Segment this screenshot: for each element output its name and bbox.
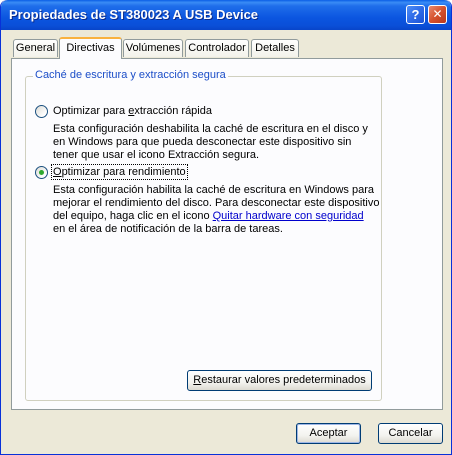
cancel-button[interactable]: Cancelar	[378, 423, 443, 444]
label-text: xtracción rápida	[134, 105, 212, 117]
description-line: mejorar el rendimiento del disco. Para d…	[53, 197, 380, 209]
description-text: del equipo, haga clic en el icono	[53, 210, 213, 222]
tab-detalles[interactable]: Detalles	[251, 39, 299, 57]
tab-label: Directivas	[66, 42, 115, 54]
help-icon[interactable]: ?	[406, 5, 425, 24]
radio-label-performance[interactable]: Optimizar para rendimiento	[51, 164, 188, 180]
description-line: del equipo, haga clic en el icono Quitar…	[53, 210, 380, 223]
restore-defaults-button[interactable]: Restaurar valores predeterminados	[187, 370, 372, 391]
tab-controlador[interactable]: Controlador	[185, 39, 249, 57]
tab-panel-directivas: Caché de escritura y extracción segura O…	[11, 58, 443, 410]
description-line: en Windows para que pueda desconectar es…	[53, 136, 352, 148]
window-title: Propiedades de ST380023 A USB Device	[9, 7, 259, 22]
tab-directivas[interactable]: Directivas	[59, 37, 122, 59]
accept-button[interactable]: Aceptar	[296, 423, 361, 444]
label-text: Optimizar para	[53, 105, 129, 117]
groupbox-label: Caché de escritura y extracción segura	[33, 69, 228, 81]
description-quick-removal: Esta configuración deshabilita la caché …	[53, 123, 368, 162]
radio-performance[interactable]	[35, 166, 48, 179]
button-label: estaurar valores predeterminados	[201, 374, 366, 386]
safely-remove-hardware-link[interactable]: Quitar hardware con seguridad	[213, 210, 364, 222]
description-line: tener que usar el icono Extracción segur…	[53, 149, 260, 161]
close-icon[interactable]: ✕	[428, 5, 447, 24]
tab-label: Controlador	[188, 42, 246, 54]
radio-quick-removal[interactable]	[35, 105, 48, 118]
radio-selected-dot	[39, 170, 44, 175]
properties-dialog: Propiedades de ST380023 A USB Device ? ✕…	[0, 0, 452, 455]
description-line: Esta configuración deshabilita la caché …	[53, 123, 368, 135]
label-mnemonic: O	[53, 166, 62, 178]
tab-label: Volúmenes	[125, 42, 181, 54]
radio-label-quick-removal[interactable]: Optimizar para extracción rápida	[53, 105, 212, 117]
tab-general[interactable]: General	[13, 39, 58, 57]
description-line: en el área de notificación de la barra d…	[53, 223, 283, 235]
description-performance: Esta configuración habilita la caché de …	[53, 184, 380, 236]
description-line: Esta configuración habilita la caché de …	[53, 184, 375, 196]
label-text: ptimizar para rendimiento	[61, 166, 186, 178]
tab-volumenes[interactable]: Volúmenes	[123, 39, 183, 57]
tab-label: Detalles	[255, 42, 295, 54]
tab-label: General	[15, 42, 56, 54]
title-bar[interactable]: Propiedades de ST380023 A USB Device ? ✕	[1, 0, 451, 30]
